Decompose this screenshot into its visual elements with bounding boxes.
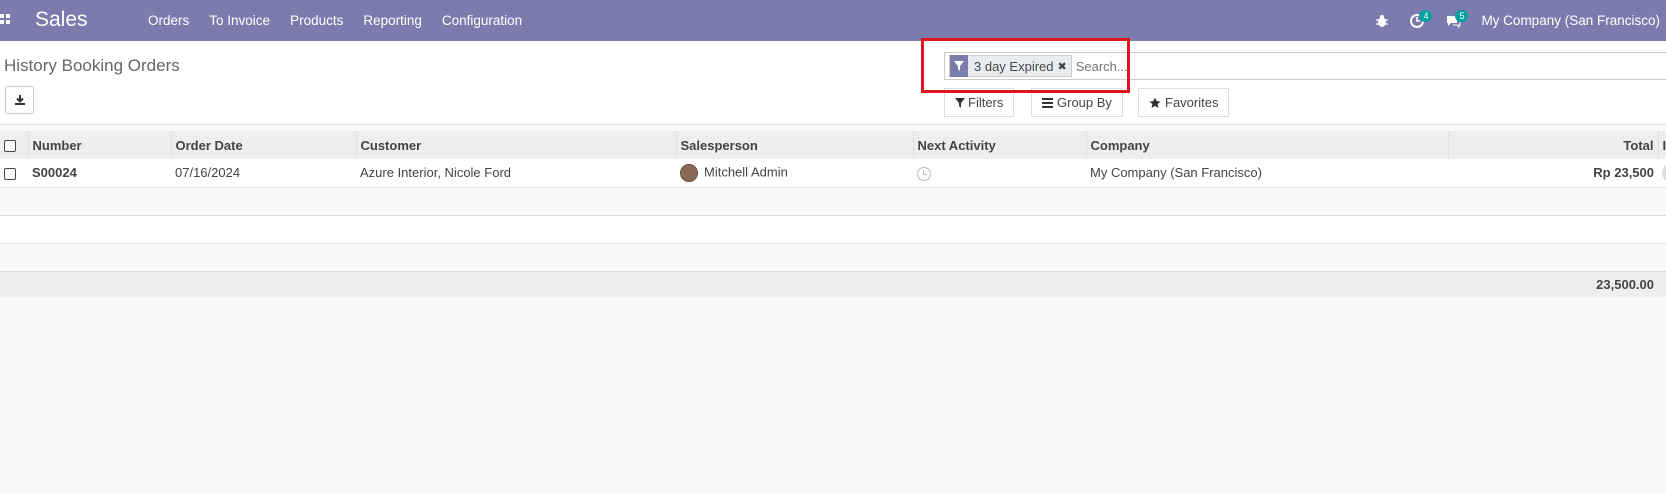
search-bar: 3 day Expired ✖ [944, 52, 1666, 80]
activity-clock-icon[interactable]: 4 [1409, 0, 1433, 41]
funnel-icon [955, 97, 965, 108]
group-by-button[interactable]: Group By [1031, 88, 1123, 117]
cell-i [1658, 159, 1666, 188]
row-checkbox[interactable] [4, 167, 16, 180]
salesperson-name: Mitchell Admin [704, 164, 788, 180]
messages-chat-icon[interactable]: 5 [1445, 0, 1469, 41]
menu-item-configuration[interactable]: Configuration [432, 13, 532, 28]
table-footer-row: 23,500.00 [0, 271, 1666, 297]
orders-table: Number Order Date Customer Salesperson N… [0, 131, 1666, 297]
cell-number: S00024 [28, 159, 171, 188]
column-header-total[interactable]: Total [1448, 131, 1659, 159]
cell-next-activity[interactable] [913, 159, 1086, 188]
activity-clock-icon[interactable] [917, 166, 931, 181]
company-switcher[interactable]: My Company (San Francisco) [1481, 13, 1660, 28]
empty-row [0, 215, 1666, 244]
search-input[interactable] [1075, 58, 1376, 74]
row-checkbox-cell[interactable] [0, 159, 28, 188]
star-icon [1149, 97, 1161, 108]
download-button[interactable] [5, 86, 34, 114]
column-header-company[interactable]: Company [1086, 131, 1449, 159]
message-count-badge: 5 [1455, 10, 1469, 22]
filter-funnel-icon [950, 55, 968, 77]
top-navbar: Sales Orders To Invoice Products Reporti… [0, 0, 1666, 41]
select-all-checkbox[interactable] [4, 140, 16, 153]
column-header-i[interactable]: I [1658, 131, 1666, 159]
bars-icon [1042, 97, 1053, 108]
activity-count-badge: 4 [1419, 10, 1433, 22]
empty-row [0, 243, 1666, 272]
cell-salesperson: Mitchell Admin [676, 159, 913, 188]
apps-grid-icon[interactable] [0, 14, 10, 24]
column-header-customer[interactable]: Customer [356, 131, 677, 159]
facet-value: 3 day Expired [974, 58, 1054, 74]
table-header-row: Number Order Date Customer Salesperson N… [0, 131, 1666, 159]
avatar [680, 163, 698, 182]
systray: 4 5 My Company (San Francisco) [1375, 0, 1666, 41]
list-view: Number Order Date Customer Salesperson N… [0, 131, 1666, 297]
debug-bug-icon[interactable] [1375, 0, 1389, 41]
empty-row [0, 187, 1666, 216]
footer-total: 23,500.00 [1448, 271, 1658, 297]
main-menu: Orders To Invoice Products Reporting Con… [138, 0, 532, 41]
column-header-order-date[interactable]: Order Date [171, 131, 357, 159]
status-pill-icon [1662, 163, 1666, 182]
control-panel: History Booking Orders 3 day Expired ✖ F… [0, 38, 1666, 125]
download-icon [14, 95, 25, 105]
remove-facet-icon[interactable]: ✖ [1058, 60, 1071, 73]
cell-customer: Azure Interior, Nicole Ford [356, 159, 676, 188]
favorites-button[interactable]: Favorites [1138, 88, 1230, 117]
table-row[interactable]: S00024 07/16/2024 Azure Interior, Nicole… [0, 159, 1666, 188]
column-header-number[interactable]: Number [28, 131, 172, 159]
menu-item-products[interactable]: Products [280, 13, 353, 28]
filter-facet: 3 day Expired ✖ [949, 55, 1072, 77]
menu-item-orders[interactable]: Orders [138, 13, 199, 28]
select-all-checkbox-cell[interactable] [0, 131, 29, 159]
app-name[interactable]: Sales [35, 8, 88, 32]
cell-total: Rp 23,500 [1448, 159, 1658, 188]
menu-item-to-invoice[interactable]: To Invoice [199, 13, 280, 28]
column-header-salesperson[interactable]: Salesperson [676, 131, 914, 159]
page-title: History Booking Orders [4, 56, 180, 75]
column-header-next-activity[interactable]: Next Activity [913, 131, 1087, 159]
filters-button[interactable]: Filters [944, 88, 1015, 117]
cell-order-date: 07/16/2024 [171, 159, 356, 188]
menu-item-reporting[interactable]: Reporting [353, 13, 432, 28]
cell-company: My Company (San Francisco) [1086, 159, 1448, 188]
